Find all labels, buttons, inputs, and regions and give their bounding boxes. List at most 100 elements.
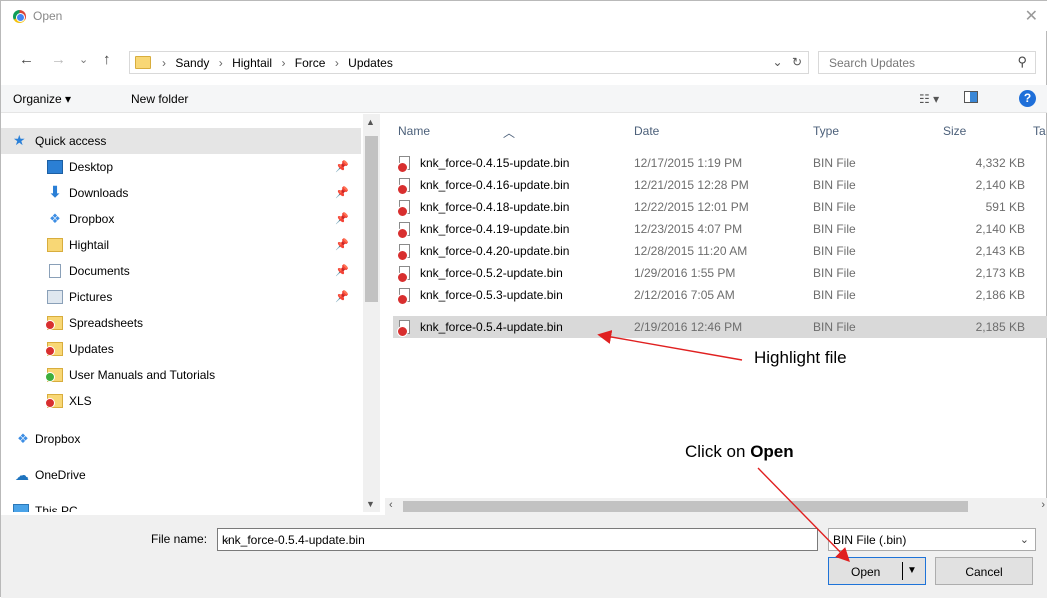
file-type: BIN File (813, 266, 856, 280)
bin-file-icon (397, 178, 410, 195)
file-date: 12/28/2015 11:20 AM (634, 244, 748, 258)
pin-icon[interactable]: 📌 (335, 264, 349, 277)
up-button[interactable]: ↑ (103, 51, 111, 68)
chevron-down-icon[interactable]: ⌄ (1020, 533, 1029, 546)
click-open-bold: Open (750, 442, 794, 461)
file-list-horizontal-scrollbar[interactable]: ‹ › (385, 498, 1047, 515)
file-type-value: BIN File (.bin) (833, 533, 907, 547)
pictures-icon (47, 290, 63, 304)
sidebar-item-label: Downloads (69, 186, 129, 200)
sidebar-item-updates[interactable]: Updates (1, 336, 361, 362)
star-icon: ★ (13, 132, 26, 148)
sidebar-item-documents[interactable]: Documents 📌 (1, 258, 361, 284)
address-dropdown-button[interactable]: ⌄ (773, 55, 783, 69)
sidebar-item-dropbox[interactable]: ❖ Dropbox (1, 426, 361, 452)
folder-icon (135, 56, 151, 69)
sidebar-item-hightail[interactable]: Hightail 📌 (1, 232, 361, 258)
table-row[interactable]: knk_force-0.4.15-update.bin 12/17/2015 1… (393, 152, 1047, 174)
sidebar-item-spreadsheets[interactable]: Spreadsheets (1, 310, 361, 336)
address-bar[interactable]: › Sandy › Hightail › Force › Updates ⌄ ↻ (129, 51, 809, 74)
table-row-selected[interactable]: knk_force-0.5.4-update.bin 2/19/2016 12:… (393, 316, 1047, 338)
file-date: 12/23/2015 4:07 PM (634, 222, 743, 236)
search-icon[interactable]: ⚲ (1017, 54, 1027, 70)
pin-icon[interactable]: 📌 (335, 238, 349, 251)
sidebar-item-pictures[interactable]: Pictures 📌 (1, 284, 361, 310)
breadcrumb-hightail[interactable]: Hightail (232, 56, 272, 70)
file-date: 12/21/2015 12:28 PM (634, 178, 749, 192)
breadcrumb-updates[interactable]: Updates (348, 56, 393, 70)
pin-icon[interactable]: 📌 (335, 160, 349, 173)
table-row[interactable]: knk_force-0.4.18-update.bin 12/22/2015 1… (393, 196, 1047, 218)
bin-file-icon (397, 200, 410, 217)
file-date: 12/22/2015 12:01 PM (634, 200, 749, 214)
open-button-label: Open (851, 565, 881, 579)
file-name: knk_force-0.4.18-update.bin (420, 200, 570, 214)
dialog-footer: File name: knk_force-0.5.4-update.bin ⌄ … (1, 515, 1047, 598)
chrome-icon (13, 10, 26, 23)
sidebar-item-label: Dropbox (35, 432, 81, 446)
sidebar-item-xls[interactable]: XLS (1, 388, 361, 414)
scroll-down-icon[interactable]: ▼ (366, 499, 375, 509)
breadcrumb: › Sandy › Hightail › Force › Updates (156, 56, 393, 70)
pin-icon[interactable]: 📌 (335, 290, 349, 303)
file-name: knk_force-0.4.19-update.bin (420, 222, 570, 236)
sidebar-item-label: User Manuals and Tutorials (69, 368, 216, 382)
sidebar-item-onedrive[interactable]: ☁ OneDrive (1, 462, 361, 488)
scroll-right-icon[interactable]: › (1041, 499, 1045, 511)
file-size: 2,143 KB (975, 244, 1025, 258)
breadcrumb-force[interactable]: Force (295, 56, 326, 70)
sidebar-item-downloads[interactable]: ⬇ Downloads 📌 (1, 180, 361, 206)
preview-pane-icon[interactable] (964, 91, 978, 106)
column-header-type[interactable]: Type (813, 124, 839, 138)
scroll-left-icon[interactable]: ‹ (389, 499, 393, 511)
click-open-annotation: Click on Open (685, 442, 794, 462)
column-header-name[interactable]: Name (398, 124, 430, 138)
scrollbar-thumb[interactable] (365, 136, 378, 302)
title-bar: Open ✕ (1, 1, 1047, 31)
table-row[interactable]: knk_force-0.4.16-update.bin 12/21/2015 1… (393, 174, 1047, 196)
pin-icon[interactable]: 📌 (335, 186, 349, 199)
file-name-input[interactable]: knk_force-0.5.4-update.bin ⌄ (217, 528, 818, 551)
open-button[interactable]: Open ▼ (828, 557, 926, 585)
cancel-button[interactable]: Cancel (935, 557, 1033, 585)
back-button[interactable]: ← (19, 51, 34, 68)
pin-icon[interactable]: 📌 (335, 212, 349, 225)
sidebar-item-dropbox-pinned[interactable]: ❖ Dropbox 📌 (1, 206, 361, 232)
open-options-dropdown-icon[interactable]: ▼ (907, 565, 917, 576)
column-header-date[interactable]: Date (634, 124, 659, 138)
column-header-tags[interactable]: Ta (1033, 124, 1046, 138)
sidebar-item-desktop[interactable]: Desktop 📌 (1, 154, 361, 180)
scroll-up-icon[interactable]: ▲ (366, 117, 375, 127)
sidebar-item-this-pc[interactable]: This PC (1, 496, 361, 512)
table-row[interactable]: knk_force-0.5.2-update.bin 1/29/2016 1:5… (393, 262, 1047, 284)
table-row[interactable]: knk_force-0.4.19-update.bin 12/23/2015 4… (393, 218, 1047, 240)
table-row[interactable]: knk_force-0.4.20-update.bin 12/28/2015 1… (393, 240, 1047, 262)
scrollbar-thumb[interactable] (403, 501, 968, 512)
search-input[interactable]: Search Updates ⚲ (818, 51, 1036, 74)
forward-button[interactable]: → (51, 51, 66, 68)
sidebar-item-label: XLS (69, 394, 92, 408)
close-button[interactable]: ✕ (1025, 6, 1038, 26)
file-size: 2,186 KB (975, 288, 1025, 302)
refresh-button[interactable]: ↻ (792, 55, 802, 69)
help-icon[interactable]: ? (1019, 90, 1036, 107)
sidebar-item-user-manuals[interactable]: User Manuals and Tutorials (1, 362, 361, 388)
bin-file-icon (397, 288, 410, 305)
sync-error-icon (45, 398, 55, 408)
organize-button[interactable]: Organize ▾ (13, 92, 71, 106)
new-folder-button[interactable]: New folder (131, 92, 188, 106)
sidebar-item-quick-access[interactable]: ★ Quick access (1, 128, 361, 154)
navigation-pane-scrollbar[interactable]: ▲ ▼ (363, 114, 380, 512)
table-row[interactable]: knk_force-0.5.3-update.bin 2/12/2016 7:0… (393, 284, 1047, 306)
file-type-select[interactable]: BIN File (.bin) ⌄ (828, 528, 1036, 551)
column-header-size[interactable]: Size (943, 124, 966, 138)
breadcrumb-sandy[interactable]: Sandy (175, 56, 209, 70)
sidebar-item-label: Desktop (69, 160, 114, 174)
recent-locations-button[interactable]: ⌄ (79, 53, 88, 66)
dropbox-icon: ❖ (17, 431, 29, 446)
download-icon: ⬇ (48, 184, 62, 201)
change-view-icon[interactable]: ☷ ▾ (919, 92, 939, 106)
chevron-down-icon[interactable]: ⌄ (222, 532, 813, 545)
file-name: knk_force-0.5.4-update.bin (420, 320, 563, 334)
sidebar-item-label: OneDrive (35, 468, 86, 482)
